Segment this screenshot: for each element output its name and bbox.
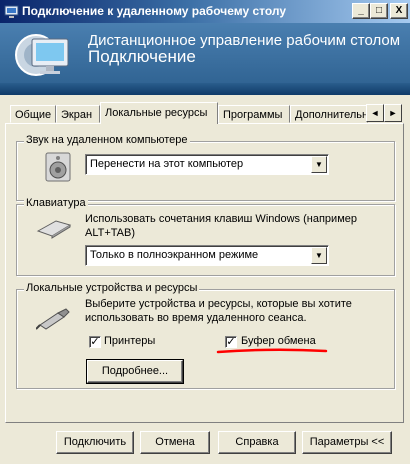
cancel-button[interactable]: Отмена <box>140 431 210 454</box>
options-button[interactable]: Параметры << <box>302 431 392 454</box>
keyboard-description: Использовать сочетания клавиш Windows (н… <box>85 213 357 239</box>
header-banner: Дистанционное управление рабочим столом … <box>0 23 410 95</box>
close-button[interactable]: X <box>390 3 408 19</box>
usb-plug-icon <box>36 308 70 330</box>
annotation-underline <box>216 348 328 354</box>
devices-group-label: Локальные устройства и ресурсы <box>24 282 200 294</box>
keyboard-icon <box>36 220 72 239</box>
details-button[interactable]: Подробнее... <box>86 359 184 384</box>
tab-scroll-right-button[interactable]: ► <box>384 104 402 122</box>
sound-group-label: Звук на удаленном компьютере <box>24 134 190 146</box>
tab-general[interactable]: Общие <box>10 105 56 123</box>
tab-panel: Звук на удаленном компьютере Перенести н… <box>5 123 404 423</box>
keyboard-group-label: Клавиатура <box>24 197 88 209</box>
tab-scroll-left-button[interactable]: ◄ <box>366 104 384 122</box>
maximize-button[interactable]: □ <box>370 3 388 19</box>
tab-programs[interactable]: Программы <box>218 105 290 123</box>
printers-checkbox[interactable]: ✓ <box>89 336 101 348</box>
banner-stripe <box>0 83 410 95</box>
tab-local-resources[interactable]: Локальные ресурсы <box>100 102 218 124</box>
keyboard-select[interactable]: Только в полноэкранном режиме ▼ <box>85 245 329 266</box>
chevron-down-icon[interactable]: ▼ <box>311 156 327 173</box>
chevron-down-icon[interactable]: ▼ <box>311 247 327 264</box>
keyboard-select-value: Только в полноэкранном режиме <box>90 249 259 261</box>
devices-description: Выберите устройства и ресурсы, которые в… <box>85 298 352 324</box>
minimize-button[interactable]: _ <box>352 3 370 19</box>
clipboard-label[interactable]: Буфер обмена <box>241 335 316 347</box>
remote-desktop-icon <box>4 5 19 18</box>
sound-select-value: Перенести на этот компьютер <box>90 158 244 170</box>
tab-display[interactable]: Экран <box>56 105 100 123</box>
banner-title: Подключение <box>88 47 196 66</box>
title-bar[interactable]: Подключение к удаленному рабочему столу … <box>0 0 410 23</box>
sound-select[interactable]: Перенести на этот компьютер ▼ <box>85 154 329 175</box>
tab-advanced[interactable]: Дополнительн <box>290 105 368 123</box>
connect-button[interactable]: Подключить <box>56 431 134 454</box>
printers-label[interactable]: Принтеры <box>104 335 155 347</box>
help-button[interactable]: Справка <box>218 431 296 454</box>
window-title: Подключение к удаленному рабочему столу <box>22 4 287 18</box>
speaker-icon <box>45 152 71 182</box>
remote-desktop-logo-icon <box>15 34 69 76</box>
